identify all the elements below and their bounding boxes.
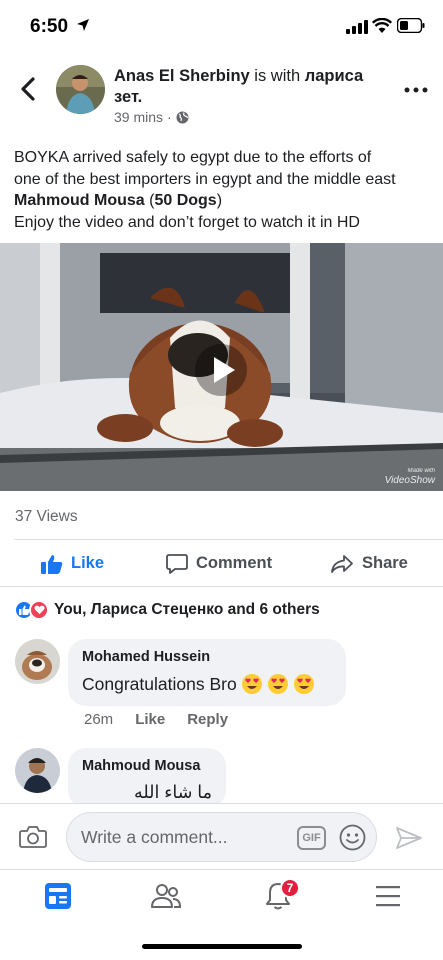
comment-text: Congratulations Bro [82, 673, 237, 694]
author-name[interactable]: Anas El Sherbiny [114, 67, 250, 85]
with-text: is with [249, 67, 305, 85]
post-text-line: BOYKA arrived safely to egypt due to the… [14, 149, 372, 166]
comment-button[interactable]: Comment [166, 541, 272, 586]
like-label: Like [71, 554, 105, 572]
comment-like-button[interactable]: Like [135, 711, 165, 728]
divider [0, 586, 443, 587]
status-time: 6:50 [30, 16, 69, 37]
emoji-picker-icon[interactable] [339, 824, 366, 851]
post-text-line: one of the best importers in egypt and t… [14, 170, 396, 188]
love-reaction-icon [29, 600, 49, 620]
comment-label: Comment [196, 554, 273, 572]
post-body: BOYKA arrived safely to egypt due to the… [14, 147, 434, 233]
post-time[interactable]: 39 mins [114, 109, 163, 125]
heart-eyes-emoji-icon [241, 674, 262, 694]
camera-icon[interactable] [19, 825, 47, 849]
mention-link[interactable]: Mahmoud Mousa [14, 192, 145, 209]
heart-eyes-emoji-icon [267, 674, 288, 694]
back-icon[interactable] [18, 76, 40, 102]
reactions-text: You, Лариса Стеценко and 6 others [54, 601, 320, 618]
post-author-line: Anas El Sherbiny is with лариса зет. [114, 66, 394, 108]
comment-text: ما شاء الله [133, 782, 212, 802]
comment-author[interactable]: Mahmoud Mousa [82, 758, 212, 774]
globe-icon [176, 111, 189, 123]
video-watermark: Made with VideoShow [384, 467, 435, 486]
menu-tab-icon[interactable] [368, 880, 408, 912]
post-text-line: Enjoy the video and don’t forget to watc… [14, 213, 360, 231]
comment-reply-button[interactable]: Reply [187, 711, 228, 728]
location-arrow-icon [77, 19, 89, 31]
comment-input[interactable] [81, 825, 281, 849]
comment-text-row: Congratulations Bro [82, 673, 332, 695]
thumbs-up-icon [41, 554, 63, 574]
comment-time: 26m [84, 711, 114, 728]
view-count[interactable]: 37 Views [15, 508, 78, 526]
gif-button[interactable]: GIF [297, 826, 326, 850]
like-button[interactable]: Like [41, 541, 104, 586]
more-options-icon[interactable] [402, 78, 430, 102]
signal-icon [346, 20, 368, 34]
status-bar: 6:50 [0, 0, 443, 52]
send-icon[interactable] [395, 826, 423, 850]
commenter-avatar[interactable] [15, 748, 60, 793]
heart-eyes-emoji-icon [293, 674, 314, 694]
comment-icon [166, 553, 188, 574]
notification-badge: 7 [280, 878, 300, 898]
post-meta: 39 mins · [114, 109, 189, 125]
comment-author[interactable]: Mohamed Hussein [82, 649, 332, 665]
mention-paren-close: ) [216, 192, 223, 209]
home-indicator [142, 944, 302, 949]
mention-paren-open: ( [144, 192, 155, 209]
friends-tab-icon[interactable] [146, 880, 186, 912]
share-icon [331, 554, 353, 573]
watermark-text: VideoShow [384, 475, 435, 486]
comment-bubble[interactable]: Mahmoud Mousa ما شاء الله [68, 748, 226, 808]
share-label: Share [362, 554, 408, 572]
meta-separator: · [167, 109, 172, 125]
comment-input-box: GIF [66, 812, 377, 862]
comment-composer: GIF [0, 803, 443, 869]
share-button[interactable]: Share [330, 541, 408, 586]
post-mention-line: Mahmoud Mousa (50 Dogs) [14, 190, 434, 212]
post-video[interactable]: Made with VideoShow [0, 243, 443, 491]
reactions-summary[interactable]: You, Лариса Стеценко and 6 others [14, 600, 320, 620]
author-avatar[interactable] [56, 65, 105, 114]
commenter-avatar[interactable] [15, 639, 60, 684]
news-feed-tab-icon[interactable] [38, 880, 78, 912]
play-button[interactable] [195, 344, 247, 396]
mention-page-link[interactable]: 50 Dogs [154, 192, 216, 209]
post-actions: Like Comment Share [0, 541, 443, 586]
play-icon [214, 357, 235, 383]
comment-meta: 26m Like Reply [84, 711, 228, 728]
comment-bubble[interactable]: Mohamed Hussein Congratulations Bro [68, 639, 346, 706]
battery-icon [397, 18, 425, 33]
divider [14, 539, 443, 540]
wifi-icon [372, 18, 392, 33]
